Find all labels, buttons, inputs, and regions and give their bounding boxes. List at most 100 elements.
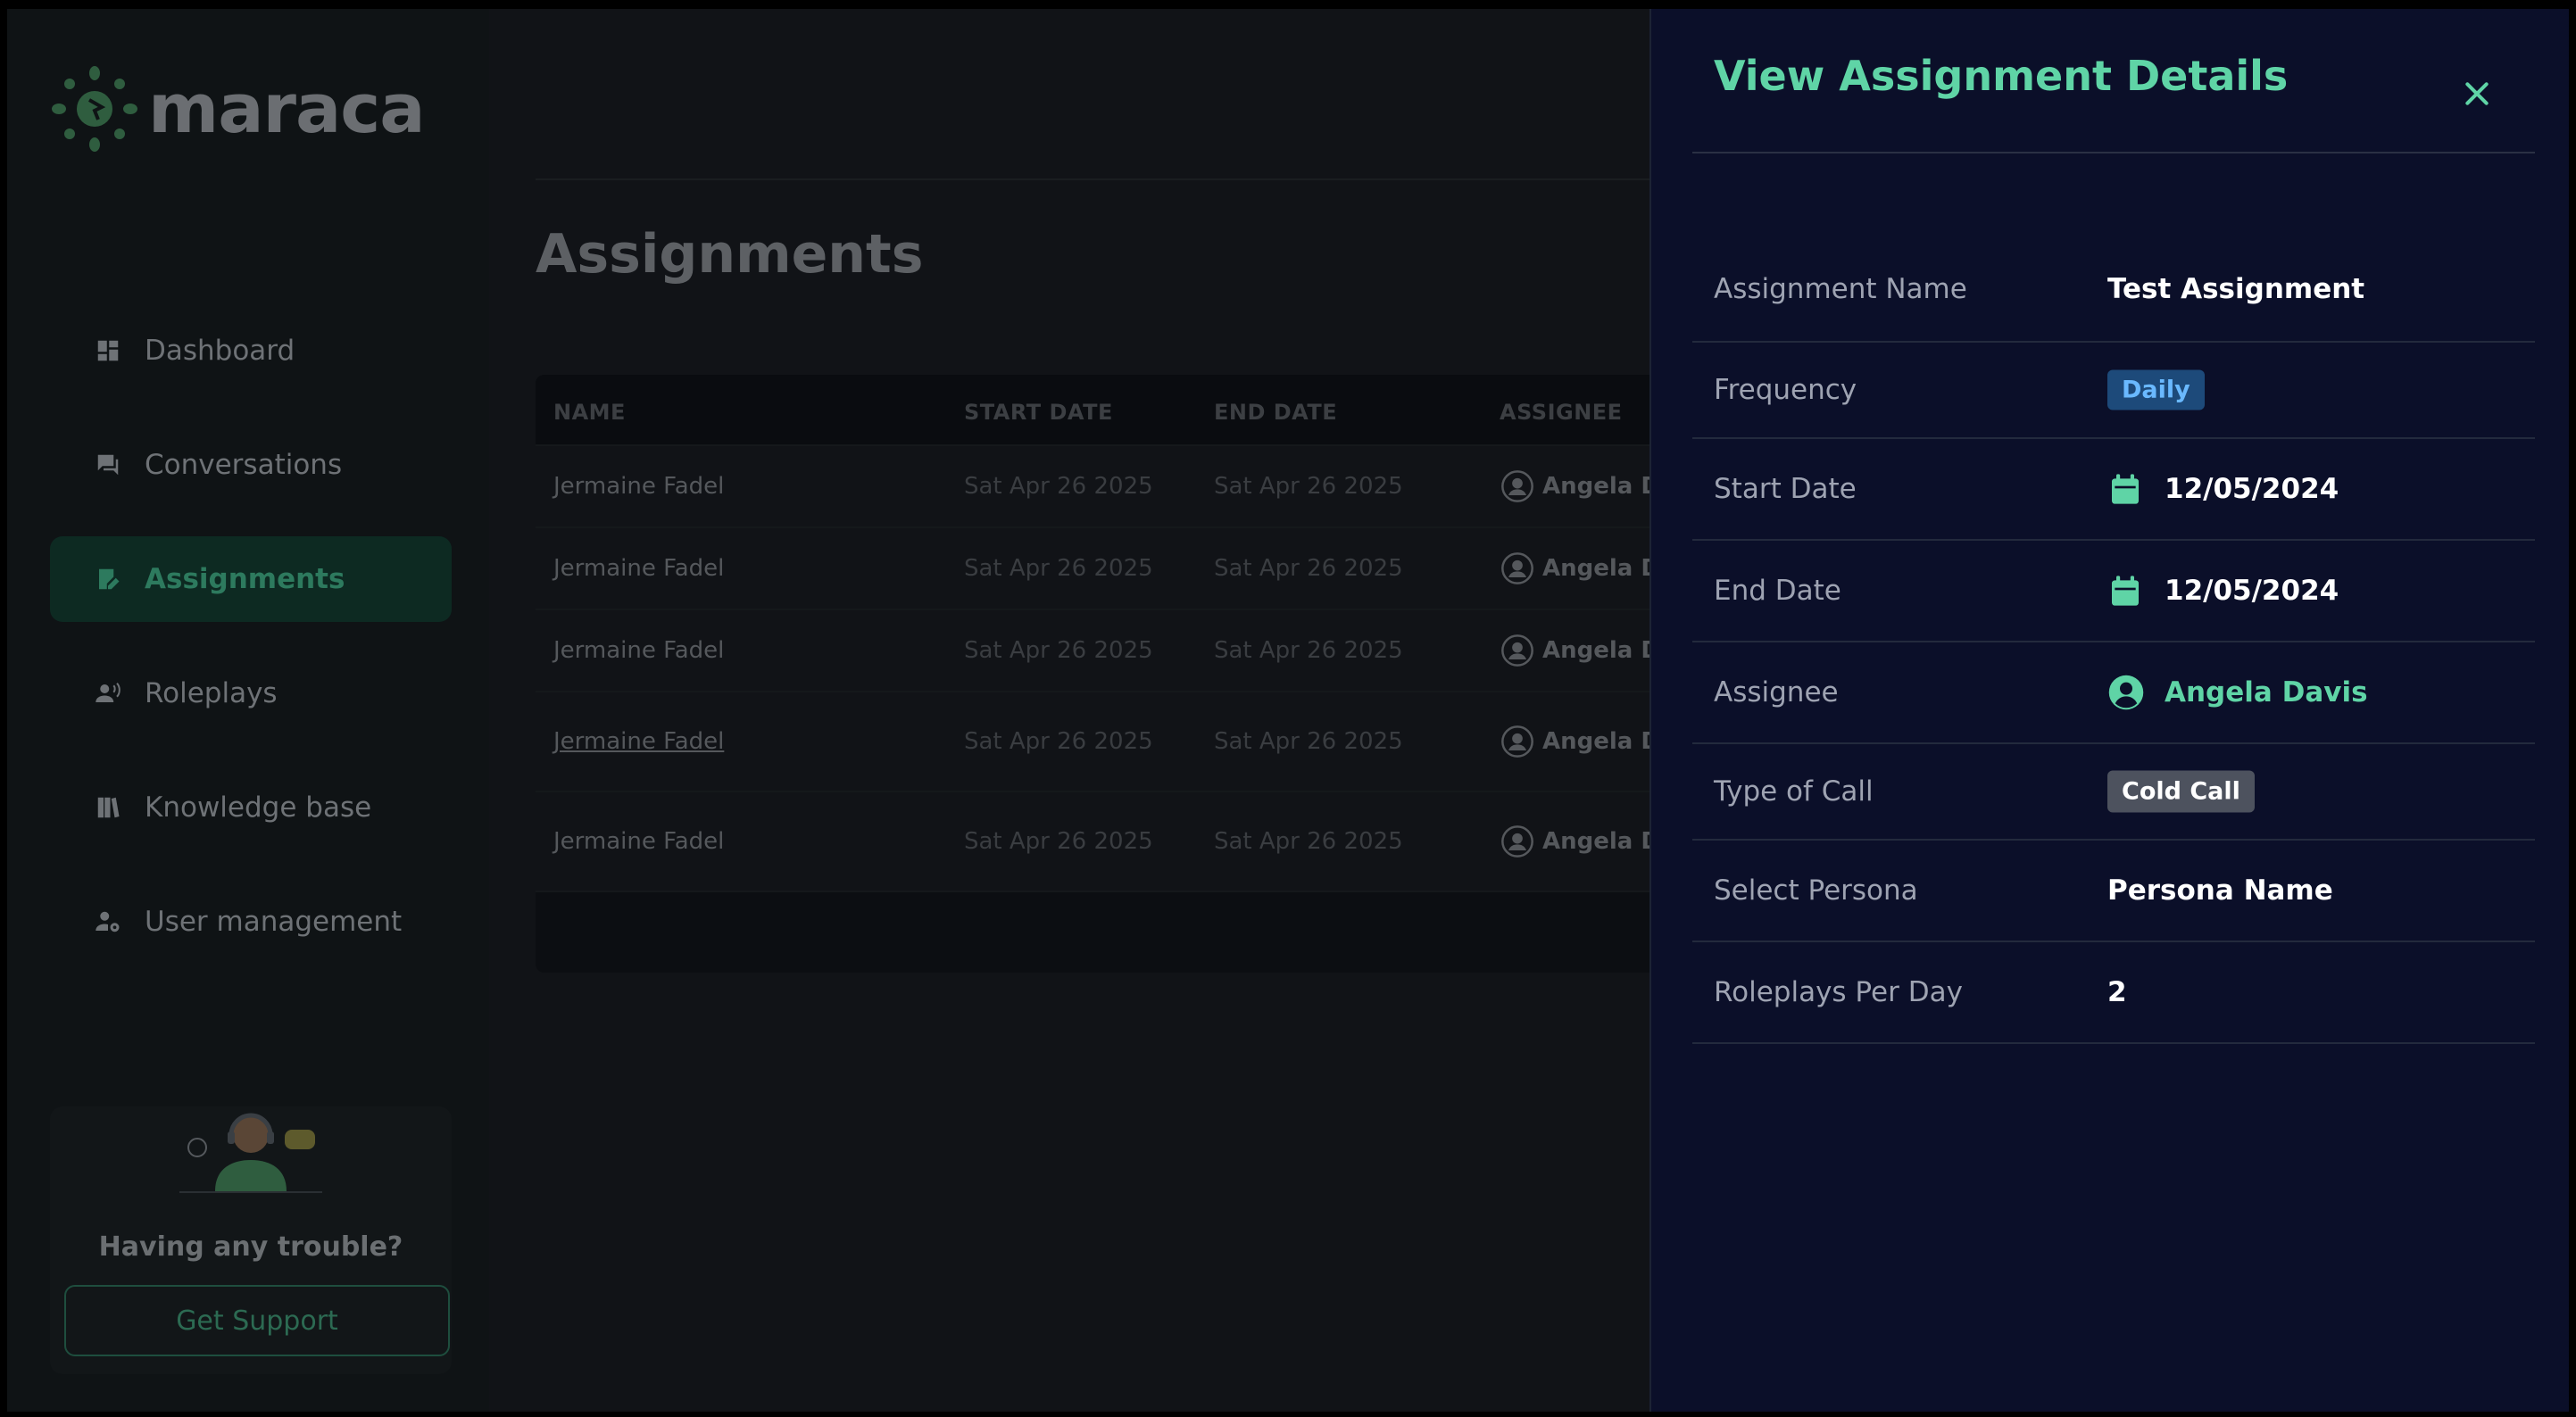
detail-value: Test Assignment — [2107, 273, 2365, 305]
cell-name[interactable]: Jermaine Fadel — [553, 555, 724, 582]
sidebar-item-user-management[interactable]: User management — [50, 879, 452, 965]
user-avatar-icon — [1501, 552, 1533, 584]
assignment-details-drawer: View Assignment Details Assignment Name … — [1649, 9, 2569, 1412]
assignee-name: Angela D — [1542, 555, 1660, 582]
detail-label: Roleplays Per Day — [1714, 976, 1963, 1008]
detail-label: Type of Call — [1714, 775, 1874, 808]
app-window: maraca Dashboard Conversations Assignmen… — [7, 9, 2569, 1412]
sidebar-item-conversations[interactable]: Conversations — [50, 422, 452, 508]
page-title: Assignments — [536, 223, 924, 286]
cell-start-date: Sat Apr 26 2025 — [964, 728, 1153, 755]
detail-label: Assignment Name — [1714, 273, 1967, 305]
calendar-icon — [2107, 471, 2143, 507]
roleplay-icon — [95, 680, 121, 707]
cell-start-date: Sat Apr 26 2025 — [964, 555, 1153, 582]
start-date-value: 12/05/2024 — [2165, 473, 2339, 505]
user-avatar-icon — [1501, 470, 1533, 502]
detail-value: 12/05/2024 — [2107, 573, 2339, 609]
sidebar-item-label: Knowledge base — [145, 791, 372, 824]
cell-assignee: Angela D — [1500, 468, 1660, 504]
detail-label: Select Persona — [1714, 874, 1918, 907]
table-row[interactable]: Jermaine Fadel Sat Apr 26 2025 Sat Apr 2… — [536, 692, 1785, 792]
detail-row-persona: Select Persona Persona Name — [1692, 841, 2535, 942]
detail-row-assignment-name: Assignment Name Test Assignment — [1692, 237, 2535, 343]
sidebar-item-label: Assignments — [145, 563, 345, 595]
cell-assignee: Angela D — [1500, 551, 1660, 586]
support-title: Having any trouble? — [98, 1231, 403, 1263]
close-button[interactable] — [2455, 71, 2499, 116]
assignments-table: NAME START DATE END DATE ASSIGNEE Jermai… — [536, 375, 1785, 973]
assignee-name: Angela D — [1542, 473, 1660, 500]
table-row[interactable]: Jermaine Fadel Sat Apr 26 2025 Sat Apr 2… — [536, 792, 1785, 892]
detail-value: 12/05/2024 — [2107, 471, 2339, 507]
user-avatar-icon — [1501, 825, 1533, 858]
user-avatar-icon — [1501, 725, 1533, 758]
assignee-name: Angela D — [1542, 828, 1660, 855]
detail-label: Start Date — [1714, 473, 1857, 505]
sidebar-item-label: User management — [145, 906, 403, 938]
cell-end-date: Sat Apr 26 2025 — [1214, 555, 1403, 582]
sidebar-nav: Dashboard Conversations Assignments Role… — [50, 308, 452, 993]
detail-value: Persona Name — [2107, 874, 2333, 907]
details-list: Assignment Name Test Assignment Frequenc… — [1692, 237, 2535, 1044]
detail-value: Daily — [2107, 369, 2205, 410]
cell-start-date: Sat Apr 26 2025 — [964, 828, 1153, 855]
column-header-end-date[interactable]: END DATE — [1214, 400, 1337, 425]
frequency-badge: Daily — [2107, 369, 2205, 410]
maraca-logo-icon — [52, 66, 137, 152]
detail-value: Cold Call — [2107, 770, 2255, 813]
sidebar-item-dashboard[interactable]: Dashboard — [50, 308, 452, 394]
drawer-divider — [1692, 152, 2535, 153]
assignee-name: Angela Davis — [2165, 676, 2368, 708]
support-card: Having any trouble? Get Support — [50, 1106, 452, 1374]
dashboard-icon — [95, 337, 121, 364]
sidebar-item-label: Dashboard — [145, 335, 295, 367]
table-row[interactable]: Jermaine Fadel Sat Apr 26 2025 Sat Apr 2… — [536, 528, 1785, 610]
sidebar-item-label: Conversations — [145, 449, 343, 481]
book-icon — [95, 794, 121, 821]
sidebar-item-roleplays[interactable]: Roleplays — [50, 650, 452, 736]
get-support-button[interactable]: Get Support — [64, 1285, 450, 1356]
table-row[interactable]: Jermaine Fadel Sat Apr 26 2025 Sat Apr 2… — [536, 446, 1785, 528]
table-row[interactable]: Jermaine Fadel Sat Apr 26 2025 Sat Apr 2… — [536, 610, 1785, 692]
assignment-icon — [95, 566, 121, 592]
cell-end-date: Sat Apr 26 2025 — [1214, 828, 1403, 855]
end-date-value: 12/05/2024 — [2165, 575, 2339, 607]
brand-logo[interactable]: maraca — [50, 64, 426, 153]
detail-row-roleplays-per-day: Roleplays Per Day 2 — [1692, 942, 2535, 1044]
sidebar-item-assignments[interactable]: Assignments — [50, 536, 452, 622]
detail-row-frequency: Frequency Daily — [1692, 343, 2535, 439]
detail-label: Assignee — [1714, 676, 1839, 708]
cell-name[interactable]: Jermaine Fadel — [553, 473, 724, 500]
detail-value[interactable]: Angela Davis — [2107, 674, 2368, 711]
table-header: NAME START DATE END DATE ASSIGNEE — [536, 375, 1785, 446]
cell-assignee: Angela D — [1500, 824, 1660, 859]
chat-icon — [95, 452, 121, 478]
sidebar: maraca Dashboard Conversations Assignmen… — [7, 9, 489, 1412]
support-agent-illustration — [179, 1113, 322, 1193]
column-header-assignee[interactable]: ASSIGNEE — [1500, 400, 1623, 425]
cell-end-date: Sat Apr 26 2025 — [1214, 473, 1403, 500]
account-circle-icon — [2107, 674, 2145, 711]
cell-end-date: Sat Apr 26 2025 — [1214, 728, 1403, 755]
assignee-name: Angela D — [1542, 728, 1660, 755]
detail-label: Frequency — [1714, 374, 1857, 406]
detail-value: 2 — [2107, 976, 2127, 1008]
cell-start-date: Sat Apr 26 2025 — [964, 637, 1153, 664]
sidebar-item-knowledge-base[interactable]: Knowledge base — [50, 765, 452, 850]
cell-name[interactable]: Jermaine Fadel — [553, 828, 724, 855]
close-icon — [2465, 82, 2489, 105]
brand-name: maraca — [148, 69, 426, 148]
cell-end-date: Sat Apr 26 2025 — [1214, 637, 1403, 664]
detail-row-type-of-call: Type of Call Cold Call — [1692, 744, 2535, 841]
cell-assignee: Angela D — [1500, 633, 1660, 668]
cell-assignee: Angela D — [1500, 724, 1660, 759]
cell-start-date: Sat Apr 26 2025 — [964, 473, 1153, 500]
user-avatar-icon — [1501, 634, 1533, 667]
cell-name[interactable]: Jermaine Fadel — [553, 728, 724, 755]
calendar-icon — [2107, 573, 2143, 609]
column-header-name[interactable]: NAME — [553, 400, 626, 425]
detail-row-end-date: End Date 12/05/2024 — [1692, 541, 2535, 642]
cell-name[interactable]: Jermaine Fadel — [553, 637, 724, 664]
column-header-start-date[interactable]: START DATE — [964, 400, 1113, 425]
